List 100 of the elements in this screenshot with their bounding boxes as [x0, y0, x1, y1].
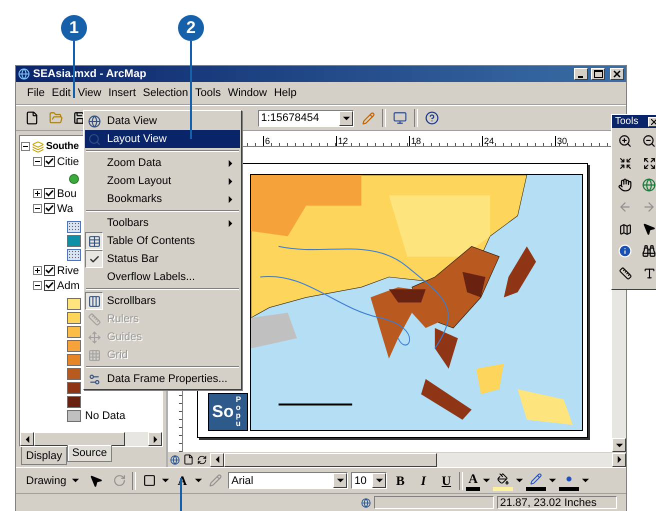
layer-name[interactable]: Rive — [57, 264, 80, 276]
font-field[interactable]: Arial — [228, 472, 348, 489]
close-button[interactable] — [648, 116, 656, 126]
map-subtitle: Popu — [236, 396, 242, 428]
maximize-icon — [594, 70, 602, 78]
menu-item[interactable]: Window — [224, 85, 270, 101]
menu-item[interactable]: Help — [270, 85, 300, 101]
scroll-down-button[interactable] — [612, 438, 626, 452]
leader-line — [180, 478, 182, 511]
left-arrow-icon — [24, 436, 30, 442]
globe-icon — [642, 178, 656, 192]
text-style-button[interactable]: U — [436, 470, 456, 490]
text-style-button[interactable]: I — [413, 470, 434, 490]
tab[interactable]: Source — [67, 445, 112, 462]
collapse-icon[interactable] — [21, 142, 30, 151]
menu-option[interactable]: Data Frame Properties... — [85, 370, 240, 388]
scroll-right-button[interactable] — [612, 452, 626, 466]
menu-option[interactable]: Layout View — [85, 130, 240, 148]
expand-icon[interactable] — [33, 266, 42, 275]
layer-name[interactable]: Wa — [57, 202, 74, 214]
submenu-arrow-icon — [227, 178, 234, 184]
ruler-label: 6 — [263, 136, 336, 146]
menu-item[interactable]: File — [24, 85, 48, 101]
scroll-thumb[interactable] — [34, 432, 126, 446]
dropdown-button[interactable] — [339, 110, 353, 126]
legend-label: No Data — [85, 410, 126, 422]
fill-color-button[interactable] — [492, 470, 513, 490]
minimize-button[interactable] — [574, 68, 588, 80]
folder-icon — [49, 111, 63, 125]
maximize-button[interactable] — [591, 68, 605, 80]
menu-option[interactable]: Table Of Contents — [85, 232, 240, 250]
submenu-arrow-icon — [227, 220, 234, 226]
menu-option[interactable]: Data View — [85, 112, 240, 130]
text-style-button[interactable]: B — [390, 470, 410, 490]
layer-checkbox[interactable] — [44, 265, 55, 276]
close-button[interactable] — [610, 68, 624, 80]
globe-icon — [88, 114, 100, 128]
drawing-menu[interactable]: Drawing — [22, 474, 84, 486]
menu-option[interactable]: Status Bar — [85, 250, 240, 268]
collapse-icon[interactable] — [33, 204, 42, 213]
collapse-icon[interactable] — [33, 281, 42, 290]
menu-option[interactable]: Bookmarks — [85, 190, 240, 208]
horizontal-scrollbar[interactable] — [20, 432, 162, 446]
caret-icon — [195, 477, 202, 484]
dropdown-button[interactable] — [333, 473, 348, 488]
menu-item[interactable]: Insert — [105, 85, 139, 101]
layer-name[interactable]: Citie — [57, 156, 80, 168]
page-icon[interactable] — [183, 454, 194, 465]
font-color-button[interactable]: A — [466, 470, 480, 490]
columns-icon — [88, 294, 100, 308]
layer-name[interactable]: Adm — [57, 280, 80, 292]
scroll-thumb[interactable] — [224, 452, 438, 466]
menu-item[interactable]: Selection — [140, 85, 192, 101]
scroll-right-button[interactable] — [148, 432, 162, 446]
rectangle-icon — [142, 474, 156, 487]
menu-option[interactable]: Toolbars — [85, 214, 240, 232]
menu-option[interactable]: Zoom Layout — [85, 172, 240, 190]
menu-option[interactable]: Overflow Labels... — [85, 268, 240, 286]
menu-item[interactable]: View — [74, 85, 104, 101]
expand-icon[interactable] — [33, 189, 42, 198]
layer-checkbox[interactable] — [44, 188, 55, 199]
paint-bucket-icon — [496, 472, 509, 484]
refresh-icon[interactable] — [197, 454, 207, 464]
help-icon — [425, 111, 439, 125]
collapse-icon[interactable] — [33, 157, 42, 166]
caret-icon — [342, 114, 350, 122]
menu-item[interactable]: Edit — [48, 85, 74, 101]
window-title: SEAsia.mxd - ArcMap — [33, 68, 148, 80]
layers-icon — [32, 140, 44, 152]
tab[interactable]: Display — [21, 447, 68, 465]
dropdown-button[interactable] — [372, 473, 386, 488]
globe-icon — [361, 498, 371, 508]
menu-option[interactable]: Scrollbars — [85, 292, 240, 310]
ruler-label: 18 — [409, 136, 482, 146]
caret-icon — [376, 477, 383, 484]
ruler-label: 24 — [482, 136, 555, 146]
globe-icon[interactable] — [170, 454, 180, 464]
grid-icon — [88, 348, 100, 362]
scroll-left-button[interactable] — [20, 432, 34, 446]
menu-option[interactable]: Zoom Data — [85, 154, 240, 172]
layer-checkbox[interactable] — [44, 203, 55, 214]
layer-name[interactable]: Southe — [46, 141, 79, 152]
scroll-left-button[interactable] — [210, 452, 224, 466]
zoom-in-icon — [618, 134, 632, 148]
line-color-button[interactable] — [526, 470, 546, 490]
caret-icon — [516, 477, 523, 484]
monitor-icon — [393, 111, 407, 125]
layer-checkbox[interactable] — [44, 156, 55, 167]
callout-marker: 2 — [178, 15, 204, 41]
check-icon — [88, 254, 100, 264]
palette-title: Tools — [615, 116, 638, 127]
horizontal-scrollbar[interactable] — [210, 452, 626, 466]
leader-line — [73, 41, 75, 98]
text-icon — [642, 266, 656, 280]
layer-name[interactable]: Bou — [57, 188, 77, 200]
layer-checkbox[interactable] — [44, 280, 55, 291]
menu-item[interactable]: Tools — [192, 85, 224, 101]
coordinates-panel: 21.87, 23.02 Inches — [497, 496, 617, 509]
scale-field[interactable]: 1:15678454 — [258, 110, 354, 126]
font-size-field[interactable]: 10 — [351, 472, 388, 489]
